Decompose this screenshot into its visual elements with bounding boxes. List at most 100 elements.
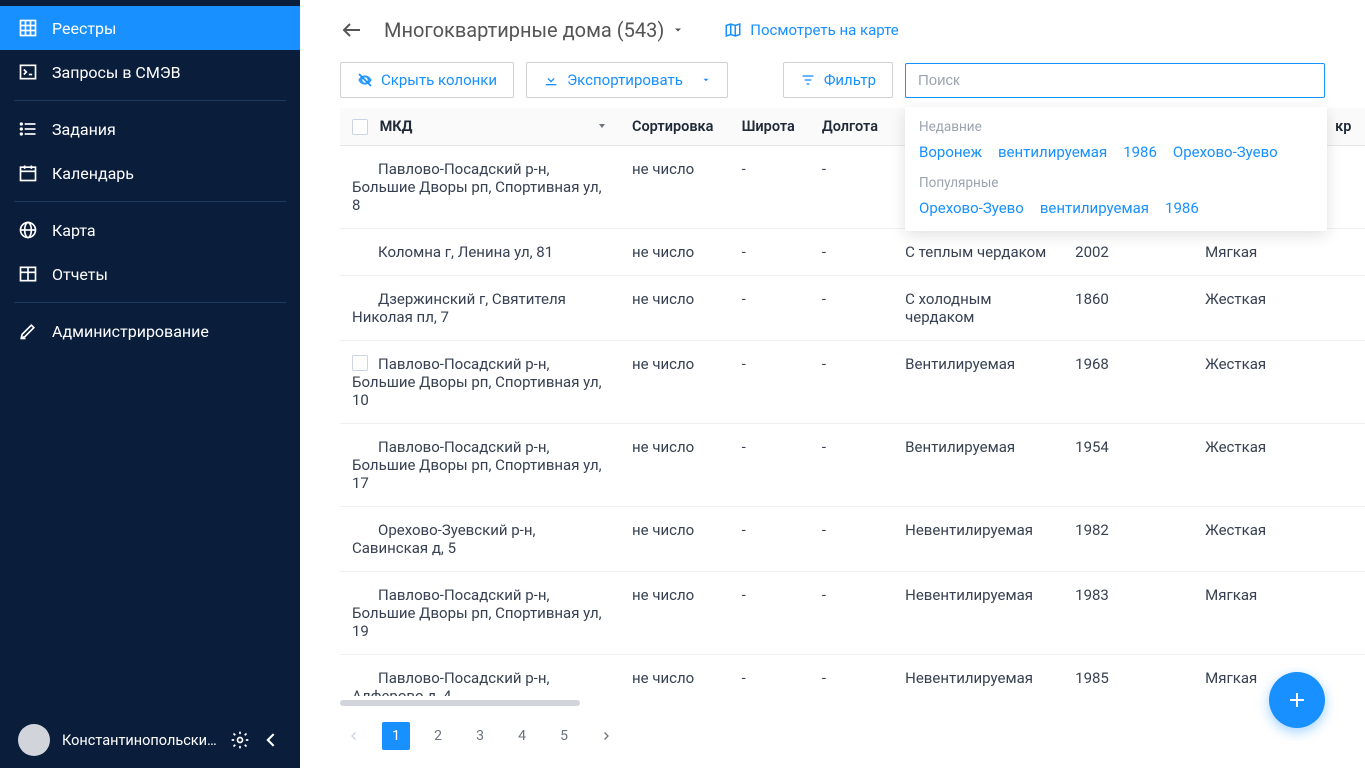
download-icon (543, 72, 559, 88)
main: Многоквартирные дома (543) Посмотреть на… (300, 0, 1365, 768)
table-row[interactable]: Павлово-Посадский р-н, Большие Дворы рп,… (340, 572, 1365, 655)
cell: - (730, 229, 810, 276)
cell: - (730, 655, 810, 696)
cell: - (730, 146, 810, 229)
sidebar-item-tasks[interactable]: Задания (0, 107, 300, 151)
col-mkd[interactable]: МКД (380, 118, 413, 135)
cell-address: Павлово-Посадский р-н, Большие Дворы рп,… (352, 160, 602, 214)
search-chip[interactable]: вентилируемая (1040, 199, 1149, 217)
cell: Жесткая (1193, 341, 1323, 424)
page-prev[interactable] (340, 722, 368, 750)
col-lon[interactable]: Долгота (810, 108, 893, 146)
search-wrap: Недавние Воронежвентилируемая1986Орехово… (905, 63, 1325, 98)
sidebar-item-admin[interactable]: Администрирование (0, 309, 300, 353)
cell-address: Павлово-Посадский р-н, Большие Дворы рп,… (352, 586, 602, 640)
export-button[interactable]: Экспортировать (526, 62, 728, 98)
table-row[interactable]: Павлово-Посадский р-н, Большие Дворы рп,… (340, 341, 1365, 424)
cell: не число (620, 507, 730, 572)
col-lat[interactable]: Широта (730, 108, 810, 146)
table-icon (18, 264, 38, 284)
search-chip[interactable]: Орехово-Зуево (1173, 143, 1278, 161)
grid-icon (18, 18, 38, 38)
globe-icon (18, 220, 38, 240)
col-sort[interactable]: Сортировка (620, 108, 730, 146)
cell-address: Павлово-Посадский р-н, Большие Дворы рп,… (352, 438, 602, 492)
page-title-dropdown[interactable]: Многоквартирные дома (543) (384, 18, 684, 42)
filter-icon (800, 72, 816, 88)
cell (1323, 276, 1365, 341)
pencil-icon (18, 321, 38, 341)
cell: не число (620, 146, 730, 229)
sidebar-item-label: Задания (52, 120, 116, 139)
search-chip[interactable]: Орехово-Зуево (919, 199, 1024, 217)
scroll-thumb[interactable] (340, 700, 580, 706)
sidebar-item-registries[interactable]: Реестры (0, 6, 300, 50)
search-chip[interactable]: вентилируемая (998, 143, 1107, 161)
cell: Жесткая (1193, 507, 1323, 572)
cell: - (810, 146, 893, 229)
eye-off-icon (357, 72, 373, 88)
cell: - (810, 229, 893, 276)
sidebar-item-label: Реестры (52, 19, 116, 38)
cell: - (810, 341, 893, 424)
h-scrollbar[interactable] (340, 698, 1325, 708)
search-input[interactable] (905, 63, 1325, 98)
row-checkbox[interactable] (352, 355, 368, 371)
cell: не число (620, 276, 730, 341)
cell: - (730, 341, 810, 424)
cell: - (810, 655, 893, 696)
cell: 1982 (1063, 507, 1193, 572)
page-4[interactable]: 4 (508, 722, 536, 750)
cell: Мягкая (1193, 572, 1323, 655)
sidebar-item-smev[interactable]: Запросы в СМЭВ (0, 50, 300, 94)
cell: Жесткая (1193, 424, 1323, 507)
cell: Жесткая (1193, 276, 1323, 341)
cell (1323, 341, 1365, 424)
cell: не число (620, 341, 730, 424)
filter-button[interactable]: Фильтр (783, 62, 893, 98)
table-row[interactable]: Дзержинский г, Святителя Николая пл, 7 не… (340, 276, 1365, 341)
table-row[interactable]: Павлово-Посадский р-н, Большие Дворы рп,… (340, 424, 1365, 507)
sidebar-item-reports[interactable]: Отчеты (0, 252, 300, 296)
gear-icon[interactable] (230, 730, 250, 750)
cell: 2002 (1063, 229, 1193, 276)
terminal-icon (18, 62, 38, 82)
cell: - (730, 424, 810, 507)
hide-columns-button[interactable]: Скрыть колонки (340, 62, 514, 98)
cell: С теплым чердаком (893, 229, 1063, 276)
page-next[interactable] (592, 722, 620, 750)
cell (1323, 229, 1365, 276)
cell-address: Коломна г, Ленина ул, 81 (378, 243, 553, 261)
sidebar-item-calendar[interactable]: Календарь (0, 151, 300, 195)
select-all-checkbox[interactable] (352, 119, 368, 135)
col-8[interactable]: кр (1323, 108, 1365, 146)
recent-label: Недавние (919, 119, 1313, 135)
page-5[interactable]: 5 (550, 722, 578, 750)
page-1[interactable]: 1 (382, 722, 410, 750)
back-button[interactable] (340, 18, 364, 42)
cell: - (810, 572, 893, 655)
cell-address: Павлово-Посадский р-н, Алферово д, 4 (352, 669, 549, 696)
table-row[interactable]: Орехово-Зуевский р-н, Савинская д, 5не ч… (340, 507, 1365, 572)
user-footer: Константинопольский К. К. (0, 712, 300, 768)
avatar[interactable] (18, 724, 50, 756)
page-2[interactable]: 2 (424, 722, 452, 750)
search-chip[interactable]: Воронеж (919, 143, 982, 161)
user-name: Константинопольский К. К. (62, 732, 218, 749)
search-suggestions: Недавние Воронеж вентилируемая 1986 Орехово… (905, 107, 1327, 231)
sidebar-item-map[interactable]: Карта (0, 208, 300, 252)
cell: Невентилируемая (893, 572, 1063, 655)
page-title: Многоквартирные дома (543) (384, 18, 664, 42)
search-chip[interactable]: 1986 (1165, 199, 1199, 217)
cell-address: Дзержинский г, Святителя Николая пл, 7 (352, 290, 566, 326)
sidebar-item-label: Администрирование (52, 322, 209, 341)
collapse-icon[interactable] (262, 730, 282, 750)
cell (1323, 572, 1365, 655)
table-row[interactable]: Коломна г, Ленина ул, 81не число--С тепл… (340, 229, 1365, 276)
page-3[interactable]: 3 (466, 722, 494, 750)
sort-desc-icon[interactable] (596, 118, 608, 130)
search-chip[interactable]: 1986 (1123, 143, 1157, 161)
table-row[interactable]: Павлово-Посадский р-н, Алферово д, 4не ч… (340, 655, 1365, 696)
add-button[interactable] (1269, 672, 1325, 728)
view-on-map-link[interactable]: Посмотреть на карте (724, 21, 898, 39)
